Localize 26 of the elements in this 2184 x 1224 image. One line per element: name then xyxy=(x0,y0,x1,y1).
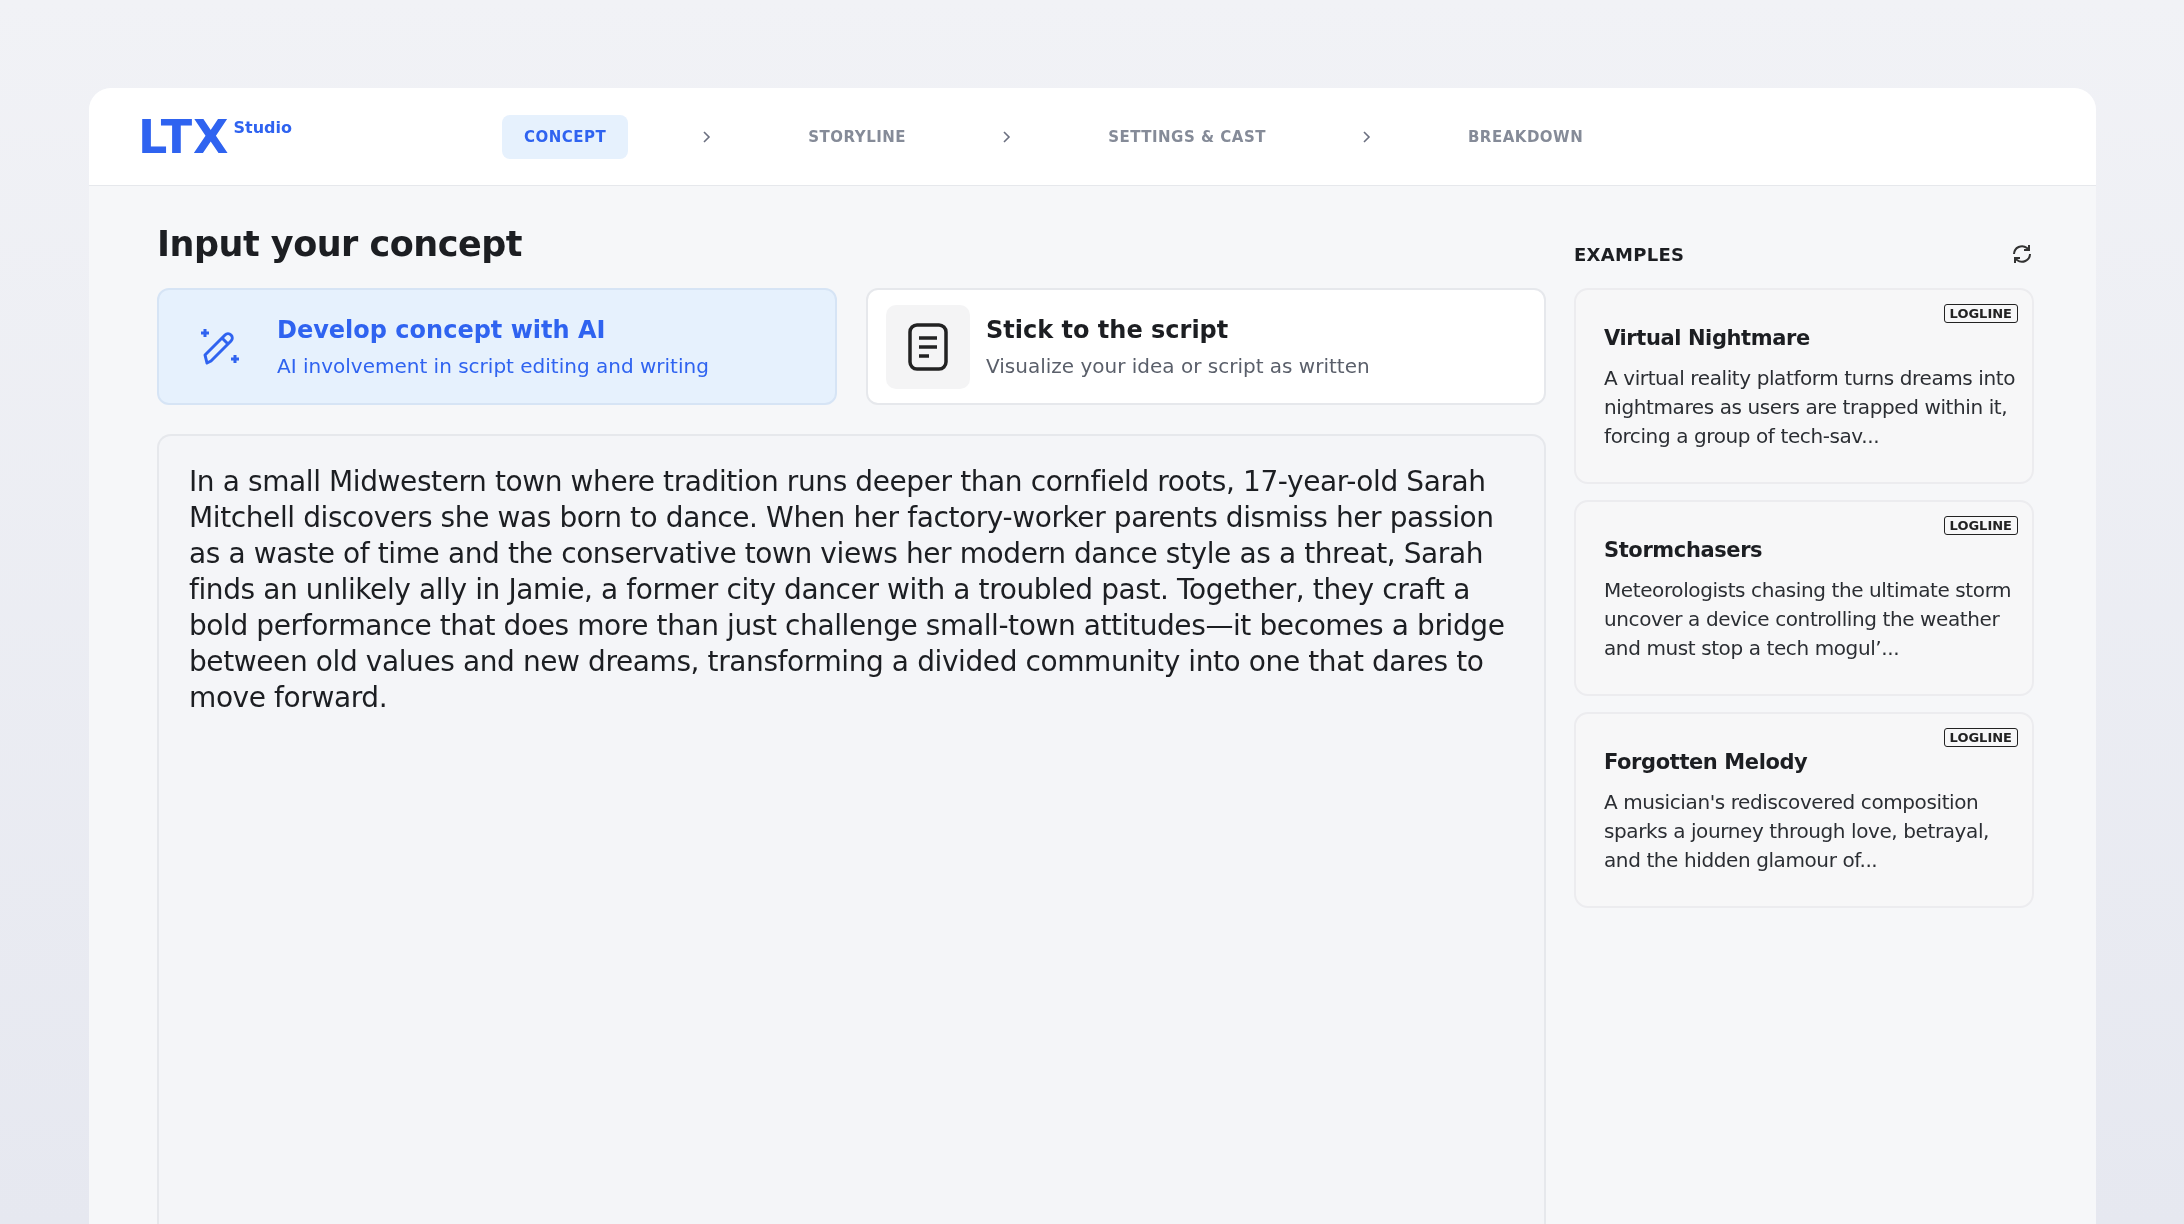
mode-description: Visualize your idea or script as written xyxy=(986,353,1370,378)
logline-tag: LOGLINE xyxy=(1943,728,2018,747)
mode-option[interactable]: Stick to the script Visualize your idea or script as written xyxy=(866,288,1546,405)
logline-tag: LOGLINE xyxy=(1943,516,2018,535)
example-text: A virtual reality platform turns dreams into nightmares as users are trapped within it, forcing a group of tech-sav... xyxy=(1604,365,2017,450)
mode-description: AI involvement in script editing and writing xyxy=(277,353,709,378)
document-icon xyxy=(906,321,950,372)
concept-field[interactable]: In a small Midwestern town where tradition runs deeper than cornfield roots, 17-year-old Sarah Mitchell discovers she was born to dance. When her factory-worker parents dismiss her passion as a waste of time and the conservative town views her modern dance style as a threat, Sarah finds an unlikely ally in Jamie, a former city dancer with a troubled past. Together, they craft a bold performance that does more than just challenge small-town attitudes—it becomes a bridge between old values and new dreams, transforming a divided community into one that dares to move forward. xyxy=(157,434,1546,1224)
logo-text: Studio xyxy=(233,117,293,137)
step-tab[interactable]: CONCEPT xyxy=(502,114,629,159)
mode-title: Stick to the script xyxy=(986,315,1230,344)
example-card[interactable]: LOGLINE Stormchasers Meteorologists chasing the ultimate storm uncover a device controlling the weather and must stop a tech mogul’... xyxy=(1574,500,2034,696)
page-title: Input your concept xyxy=(157,224,524,264)
example-title: Stormchasers xyxy=(1604,538,1764,562)
examples-heading: EXAMPLES xyxy=(1574,243,1685,265)
example-card[interactable]: LOGLINE Forgotten Melody A musician's rediscovered composition sparks a journey through love, betrayal, and the hidden glamour of... xyxy=(1574,712,2034,908)
mode-title: Develop concept with AI xyxy=(277,315,607,344)
example-title: Virtual Nightmare xyxy=(1604,326,1811,350)
example-title: Forgotten Melody xyxy=(1604,750,1809,774)
example-card[interactable]: LOGLINE Virtual Nightmare A virtual reality platform turns dreams into nightmares as users are trapped within it, forcing a group of tech-sav... xyxy=(1574,288,2034,484)
logline-tag: LOGLINE xyxy=(1943,304,2018,323)
logo-mark: LTX xyxy=(138,113,230,160)
mode-option[interactable]: Develop concept with AI AI involvement in script editing and writing xyxy=(157,288,837,405)
example-text: A musician's rediscovered composition sparks a journey through love, betrayal, and the hidden glamour of... xyxy=(1604,789,1990,874)
refresh-icon[interactable] xyxy=(2010,242,2034,266)
example-text: Meteorologists chasing the ultimate storm uncover a device controlling the weather and must stop a tech mogul’... xyxy=(1604,577,2013,662)
